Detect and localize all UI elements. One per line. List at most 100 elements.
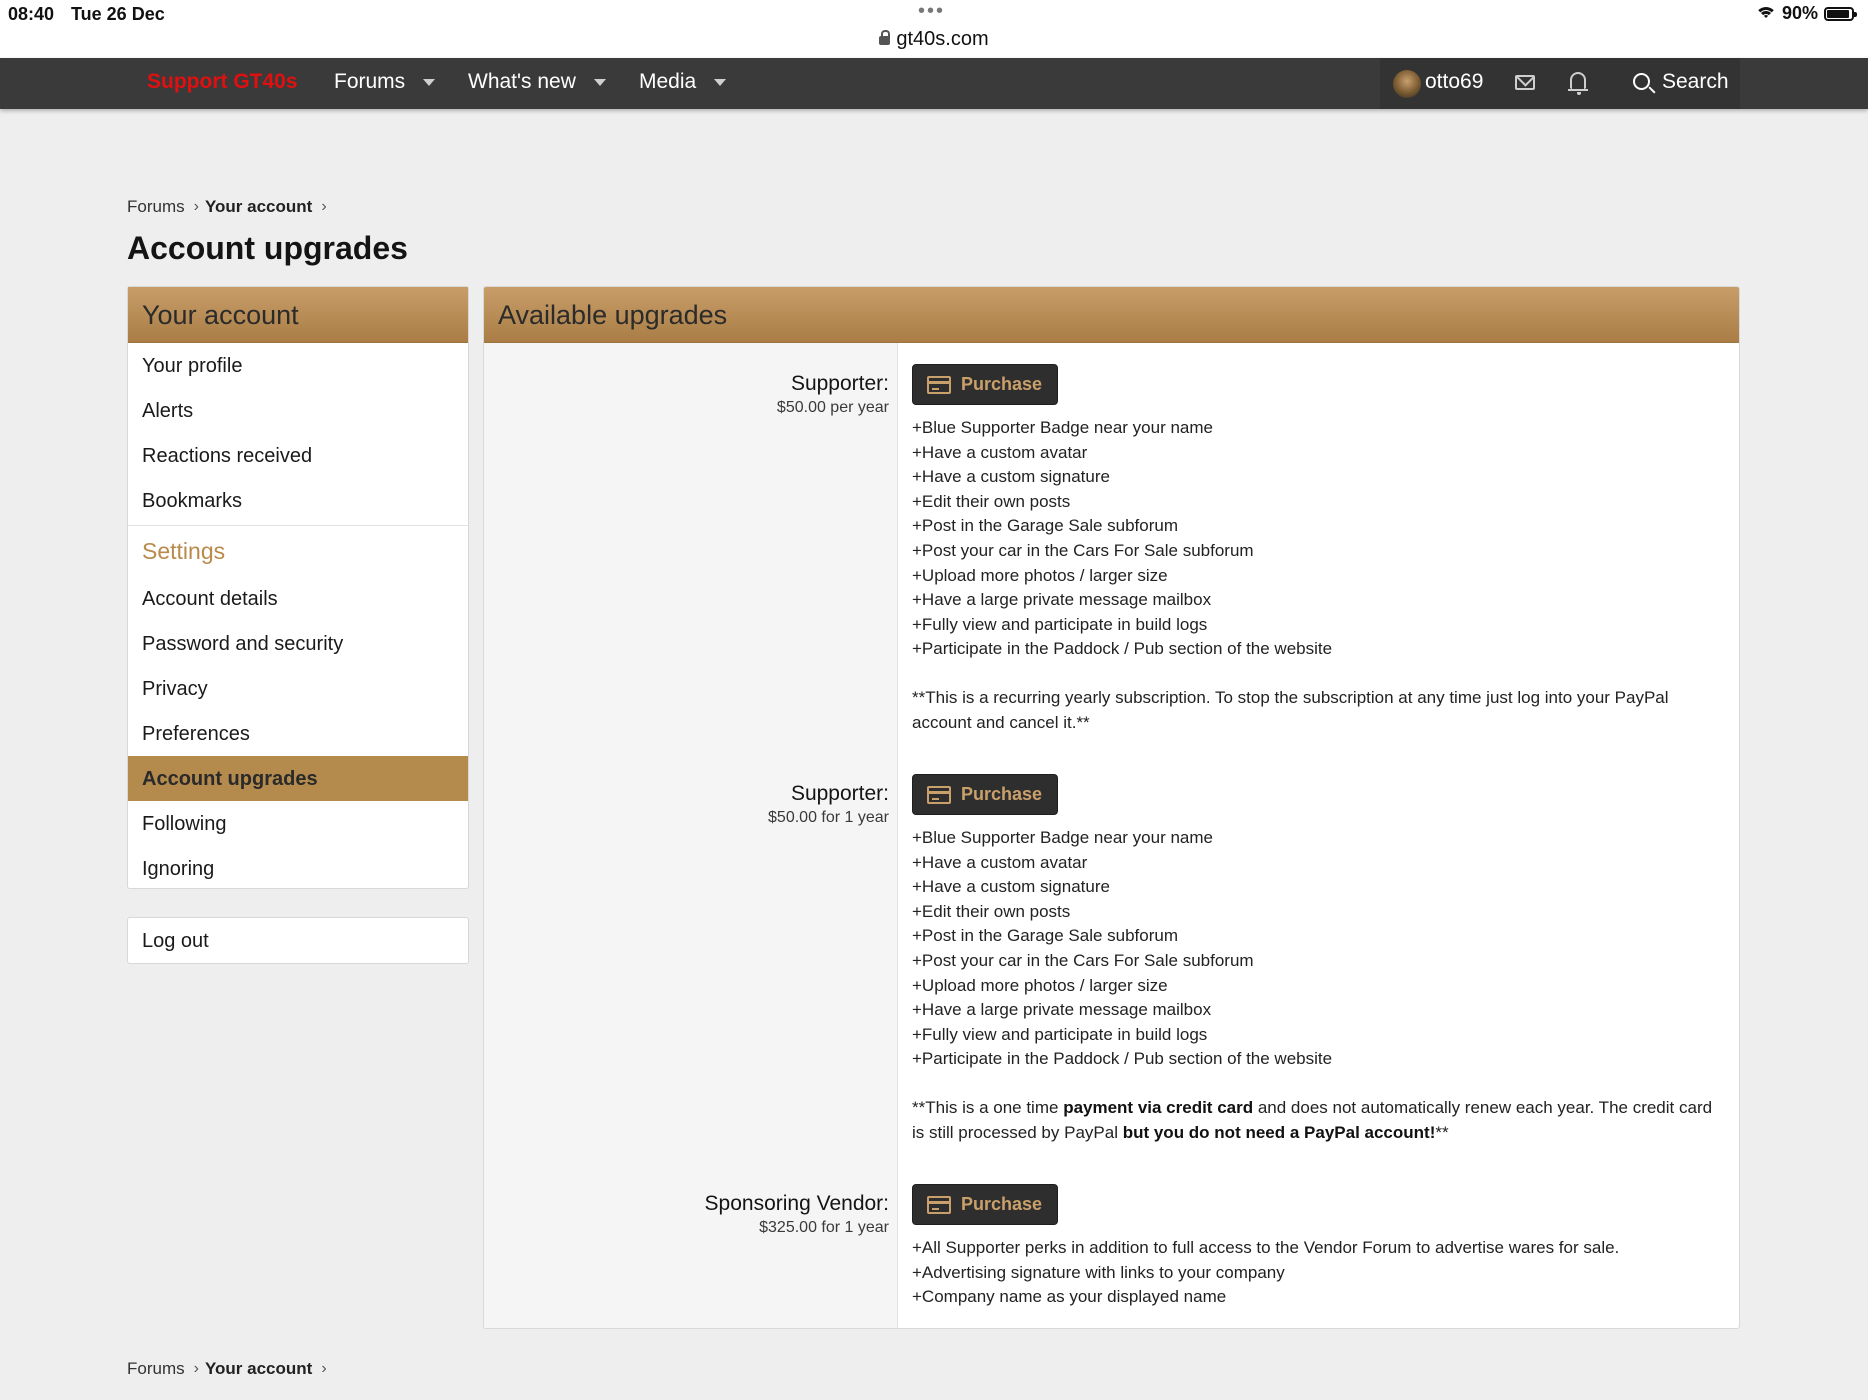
upgrade-details: Purchase +Blue Supporter Badge near your…: [912, 774, 1724, 1145]
sidebar-item-privacy[interactable]: Privacy: [128, 666, 468, 711]
credit-card-icon: [927, 1195, 951, 1214]
perk-item: +Participate in the Paddock / Pub sectio…: [912, 639, 1333, 659]
nav-media[interactable]: Media: [639, 70, 727, 94]
available-upgrades-block: Available upgrades Supporter: $50.00 per…: [483, 286, 1740, 1329]
page-title: Account upgrades: [127, 230, 408, 266]
upgrade-cost: $50.00 for 1 year: [768, 809, 889, 826]
perk-item: +Have a large private message mailbox: [912, 590, 1212, 610]
purchase-label: Purchase: [961, 1194, 1043, 1214]
upgrade-label: Supporter: $50.00 for 1 year: [768, 782, 889, 827]
upgrade-name: Sponsoring Vendor:: [704, 1192, 889, 1215]
purchase-label: Purchase: [961, 374, 1043, 394]
perk-item: +Blue Supporter Badge near your name: [912, 418, 1214, 437]
perk-item: +Post in the Garage Sale subforum: [912, 926, 1179, 946]
search-label: Search: [1662, 70, 1729, 93]
breadcrumb-bottom: Forums › Your account ›: [127, 1359, 333, 1379]
url-text: gt40s.com: [896, 28, 989, 50]
chevron-right-icon: ›: [193, 198, 199, 215]
upgrade-note: **This is a one time payment via credit …: [912, 1096, 1724, 1145]
credit-card-icon: [927, 785, 951, 804]
perk-item: +Have a custom signature: [912, 877, 1110, 897]
lock-icon: [879, 30, 891, 45]
avatar[interactable]: [1393, 70, 1421, 98]
perk-item: +Blue Supporter Badge near your name: [912, 828, 1214, 847]
multitask-dots-icon[interactable]: •••: [918, 0, 945, 23]
upgrade-cost: $50.00 per year: [776, 399, 889, 416]
credit-card-icon: [927, 375, 951, 394]
perk-list: +Blue Supporter Badge near your name +Ha…: [912, 416, 1724, 662]
chevron-down-icon[interactable]: [593, 78, 606, 86]
perk-item: +Upload more photos / larger size: [912, 565, 1168, 585]
nav-whats-new-label: What's new: [468, 70, 576, 93]
battery-icon: [1824, 6, 1857, 21]
sidebar-item-preferences[interactable]: Preferences: [128, 711, 468, 756]
logout-link[interactable]: Log out: [127, 917, 469, 964]
status-date: Tue 26 Dec: [71, 4, 165, 24]
upgrade-details: Purchase +Blue Supporter Badge near your…: [912, 364, 1724, 735]
perk-item: +Post your car in the Cars For Sale subf…: [912, 950, 1254, 970]
perk-item: +Have a custom avatar: [912, 442, 1088, 462]
sidebar-item-reactions[interactable]: Reactions received: [128, 433, 468, 478]
breadcrumb-forums[interactable]: Forums: [127, 197, 185, 217]
upgrade-name: Supporter:: [790, 782, 889, 805]
sidebar-item-ignoring[interactable]: Ignoring: [128, 846, 468, 891]
perk-list: +All Supporter perks in addition to full…: [912, 1236, 1724, 1310]
sidebar-item-account-details[interactable]: Account details: [128, 576, 468, 621]
ios-status-bar: 08:40 Tue 26 Dec ••• gt40s.com 90%: [0, 0, 1868, 58]
chevron-right-icon: ›: [193, 1360, 199, 1377]
purchase-button[interactable]: Purchase: [912, 774, 1059, 815]
purchase-label: Purchase: [961, 784, 1043, 804]
upgrade-label: Sponsoring Vendor: $325.00 for 1 year: [705, 1192, 889, 1237]
breadcrumb-your-account[interactable]: Your account: [205, 197, 312, 217]
perk-list: +Blue Supporter Badge near your name +Ha…: [912, 826, 1724, 1072]
upgrade-label: Supporter: $50.00 per year: [777, 372, 889, 417]
upgrade-name: Supporter:: [790, 372, 889, 395]
perk-item: +Company name as your displayed name: [912, 1287, 1227, 1307]
perk-item: +All Supporter perks in addition to full…: [912, 1238, 1620, 1257]
search-button[interactable]: Search: [1618, 58, 1740, 109]
label-column: [484, 343, 898, 1328]
sidebar-item-account-upgrades[interactable]: Account upgrades: [128, 756, 468, 801]
perk-item: +Fully view and participate in build log…: [912, 1024, 1208, 1044]
sidebar-item-alerts[interactable]: Alerts: [128, 388, 468, 433]
perk-item: +Have a custom signature: [912, 467, 1110, 487]
note-text: **: [1435, 1122, 1449, 1142]
chevron-right-icon: ›: [321, 198, 327, 215]
nav-media-label: Media: [639, 70, 697, 93]
chevron-down-icon[interactable]: [714, 78, 727, 86]
upgrade-details: Purchase +All Supporter perks in additio…: [912, 1184, 1724, 1310]
sidebar-item-your-profile[interactable]: Your profile: [128, 343, 468, 388]
sidebar-settings-heading: Settings: [142, 538, 226, 564]
nav-whats-new[interactable]: What's new: [468, 70, 606, 94]
sidebar-item-following[interactable]: Following: [128, 801, 468, 846]
purchase-button[interactable]: Purchase: [912, 1184, 1059, 1225]
perk-item: +Post your car in the Cars For Sale subf…: [912, 540, 1254, 560]
breadcrumb: Forums › Your account ›: [127, 197, 333, 217]
address-bar[interactable]: gt40s.com: [0, 28, 1868, 51]
status-indicators: 90%: [1755, 3, 1857, 24]
perk-item: +Post in the Garage Sale subforum: [912, 516, 1179, 536]
nav-forums[interactable]: Forums: [334, 70, 436, 94]
breadcrumb-your-account[interactable]: Your account: [205, 1359, 312, 1379]
perk-item: +Upload more photos / larger size: [912, 975, 1168, 995]
username-link[interactable]: otto69: [1425, 70, 1483, 94]
note-text: **This is a one time: [912, 1097, 1064, 1117]
perk-item: +Edit their own posts: [912, 491, 1071, 511]
purchase-button[interactable]: Purchase: [912, 364, 1059, 405]
nav-forums-label: Forums: [334, 70, 406, 93]
account-sidebar: Your account Your profile Alerts Reactio…: [127, 286, 469, 889]
perk-item: +Participate in the Paddock / Pub sectio…: [912, 1049, 1333, 1069]
breadcrumb-forums[interactable]: Forums: [127, 1359, 185, 1379]
chevron-down-icon[interactable]: [423, 78, 436, 86]
note-bold-text: payment via credit card: [1063, 1097, 1254, 1117]
note-bold-text: but you do not need a PayPal account!: [1122, 1122, 1436, 1142]
sidebar-item-bookmarks[interactable]: Bookmarks: [128, 478, 468, 523]
upgrade-cost: $325.00 for 1 year: [759, 1219, 889, 1236]
chevron-right-icon: ›: [321, 1360, 327, 1377]
support-link[interactable]: Support GT40s: [147, 70, 298, 94]
mail-icon[interactable]: [1515, 75, 1535, 90]
sidebar-item-password-security[interactable]: Password and security: [128, 621, 468, 666]
search-icon: [1633, 73, 1650, 90]
perk-item: +Advertising signature with links to you…: [912, 1262, 1285, 1282]
bell-icon[interactable]: [1568, 72, 1588, 95]
